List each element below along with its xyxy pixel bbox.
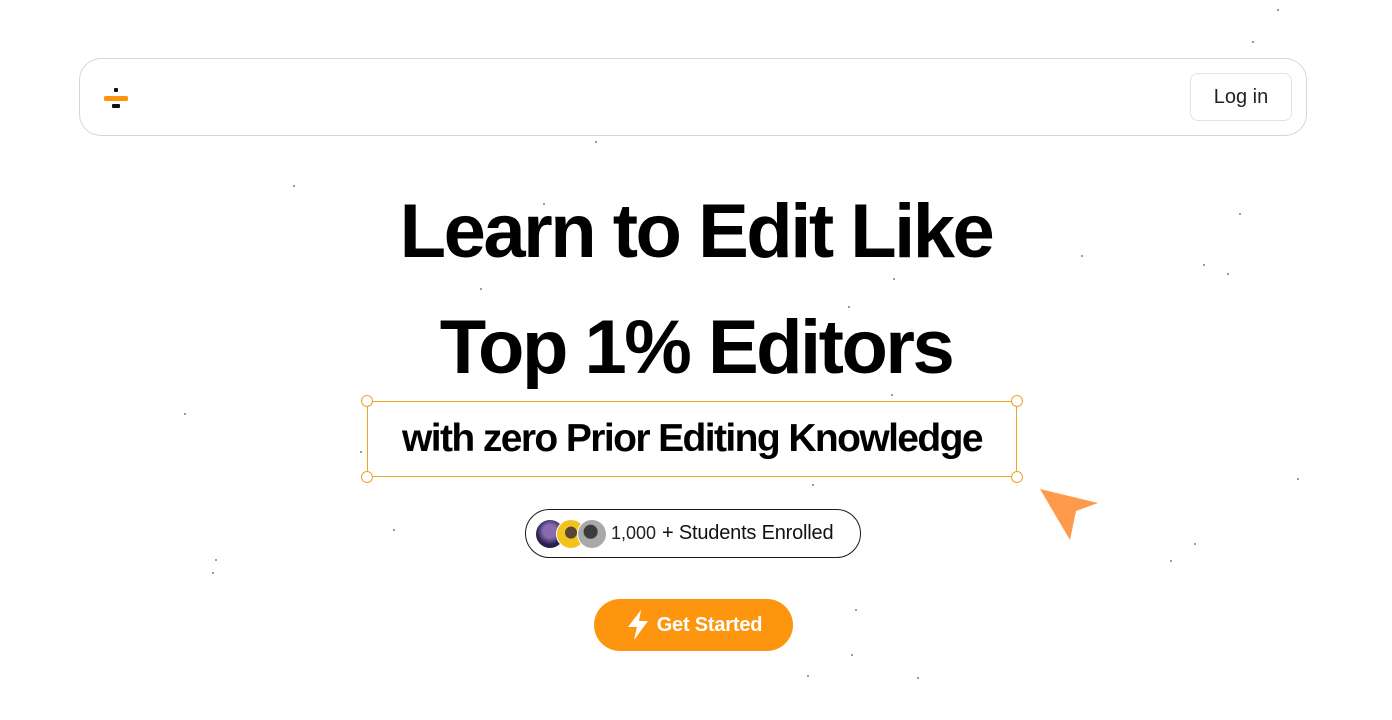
avatar-group [535, 518, 611, 549]
logo-icon[interactable] [103, 86, 129, 110]
students-enrolled-badge: 1,000 + Students Enrolled [525, 509, 861, 558]
hero-title-line-2: Top 1% Editors [439, 305, 955, 390]
lightning-icon [627, 610, 648, 640]
hero-subheading: with zero Prior Editing Knowledge [402, 417, 983, 460]
top-navbar: Log in [79, 58, 1307, 136]
get-started-button[interactable]: Get Started [594, 599, 793, 651]
selection-handle-top-left [361, 395, 373, 407]
hero-title-line-1: Learn to Edit Like [399, 189, 995, 274]
landing-page: Log in Learn to Edit Like Top 1% Editors… [0, 0, 1392, 720]
selection-handle-bottom-right [1011, 471, 1023, 483]
enrolled-label: + Students Enrolled [662, 522, 834, 544]
selection-handle-top-right [1011, 395, 1023, 407]
subheading-selection-box: with zero Prior Editing Knowledge [361, 395, 1023, 483]
cursor-arrow-icon [1040, 489, 1098, 540]
login-button[interactable]: Log in [1190, 73, 1292, 121]
get-started-label: Get Started [656, 613, 763, 636]
enrolled-count: 1,000 [611, 523, 657, 543]
selection-handle-bottom-left [361, 471, 373, 483]
avatar [577, 518, 607, 549]
